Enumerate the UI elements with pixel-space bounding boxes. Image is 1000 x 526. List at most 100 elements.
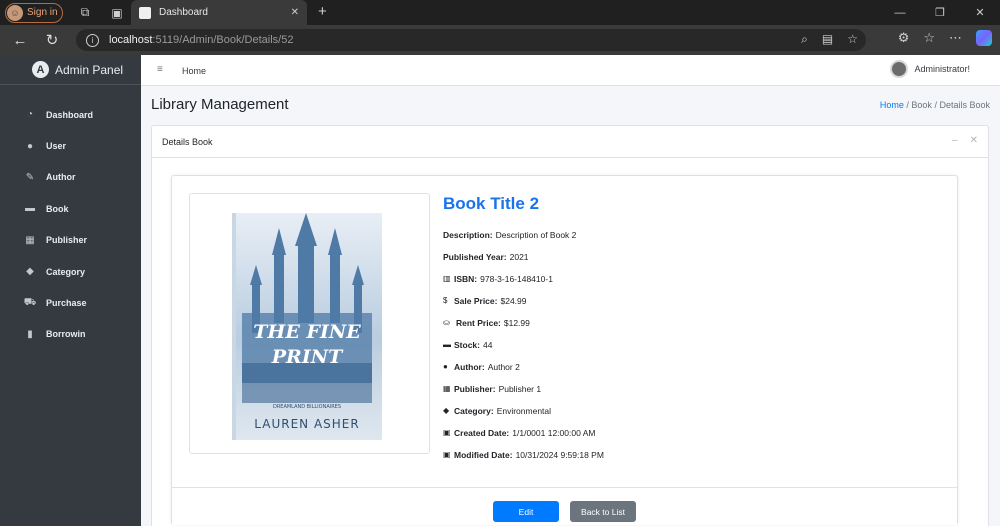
field-modified-date: ▣ Modified Date: 10/31/2024 9:59:18 PM (443, 450, 943, 472)
top-navbar: ≡ Home Administrator! (141, 55, 1000, 86)
workspaces-icon[interactable]: ⧉ (77, 5, 93, 20)
sidebar-item-label: Publisher (46, 235, 88, 246)
url-host: localhost (109, 34, 153, 46)
sidebar-item-category[interactable]: ◆ Category (0, 256, 141, 287)
remove-icon[interactable]: ✕ (970, 135, 978, 146)
book-info: Book Title 2 Description: Description of… (443, 194, 943, 472)
field-value: Author 2 (487, 362, 520, 372)
sidebar-item-label: Book (46, 203, 69, 214)
calendar-icon: ▣ (443, 450, 451, 459)
field-label: Publisher: (454, 384, 496, 394)
user-icon: ● (26, 140, 34, 152)
field-value: $24.99 (500, 296, 527, 306)
browser-tab-dashboard[interactable]: Dashboard ✕ (131, 0, 307, 25)
cart-icon: ⛟ (23, 296, 37, 308)
field-sale-price: $ Sale Price: $24.99 (443, 296, 943, 318)
minimize-icon[interactable]: — (880, 7, 920, 19)
brand-logo-icon: A (32, 61, 49, 78)
field-value: 2021 (509, 252, 529, 262)
hamburger-menu-icon[interactable]: ≡ (157, 64, 163, 75)
brand[interactable]: A Admin Panel (0, 55, 141, 85)
breadcrumb-book[interactable]: Book (911, 100, 932, 110)
browser-tabbar: ☺ Sign in ⧉ ▣ Dashboard ✕ + — ❐ ✕ (0, 0, 1000, 25)
details-card: Details Book – ✕ THE FINE PRINT DREAMLAN… (151, 125, 989, 526)
field-value: 978-3-16-148410-1 (480, 274, 553, 284)
window-controls: — ❐ ✕ (880, 0, 1000, 25)
profile-label: Sign in (27, 7, 58, 18)
sidebar-item-user[interactable]: ● User (0, 130, 141, 161)
sidebar-item-label: User (46, 141, 67, 152)
card-tools: – ✕ (952, 135, 978, 146)
card-title: Details Book (162, 136, 213, 147)
edit-button[interactable]: Edit (493, 501, 559, 522)
content-wrapper: Library Management Home / Book / Details… (141, 86, 1000, 526)
sidebar-item-label: Category (46, 266, 86, 277)
field-value: Description of Book 2 (495, 230, 577, 240)
hand-coin-icon: ⛀ (443, 318, 450, 327)
field-category: ◆ Category: Environmental (443, 406, 943, 428)
book-cover-image: THE FINE PRINT DREAMLAND BILLIONAIRES LA… (232, 213, 382, 440)
cover-title-line1: THE FINE (253, 321, 361, 343)
field-label: Description: (443, 230, 493, 240)
sidebar-item-book[interactable]: ▬ Book (0, 193, 141, 224)
profile-button[interactable]: ☺ Sign in (5, 2, 63, 23)
field-created-date: ▣ Created Date: 1/1/0001 12:00:00 AM (443, 428, 943, 450)
refresh-icon[interactable]: ↻ (36, 31, 68, 49)
pen-icon: ✎ (25, 171, 35, 183)
tab-title: Dashboard (159, 7, 208, 18)
sidebar-item-purchase[interactable]: ⛟ Purchase (0, 287, 141, 318)
field-label: Published Year: (443, 252, 507, 262)
nav-home-link[interactable]: Home (182, 66, 206, 76)
browser-toolbar: ← ↻ i localhost:5119/Admin/Book/Details/… (0, 25, 1000, 55)
avatar (890, 60, 909, 78)
sidebar-item-borrowin[interactable]: ▮ Borrowin (0, 319, 141, 350)
book-icon: ▬ (25, 203, 35, 215)
sidebar-item-publisher[interactable]: ▦ Publisher (0, 225, 141, 256)
sidebar: A Admin Panel ◔ Dashboard ● User ✎ Autho… (0, 55, 141, 526)
reader-mode-icon[interactable]: ▤ (822, 32, 833, 47)
building-icon: ▦ (25, 234, 35, 246)
field-label: Stock: (454, 340, 480, 350)
restore-icon[interactable]: ❐ (920, 6, 960, 19)
zoom-icon[interactable]: ⌕ (801, 32, 808, 47)
field-value: 10/31/2024 9:59:18 PM (515, 450, 604, 460)
field-label: Sale Price: (454, 296, 498, 306)
favorite-star-icon[interactable]: ☆ (847, 32, 858, 47)
new-tab-icon[interactable]: + (318, 3, 327, 20)
toolbar-right: ⚙ ☆ ⋯ (898, 30, 992, 46)
sidebar-item-author[interactable]: ✎ Author (0, 162, 141, 193)
back-arrow-icon[interactable]: ← (4, 32, 36, 49)
field-value: Publisher 1 (498, 384, 542, 394)
building-icon: ▦ (443, 384, 451, 393)
user-menu[interactable]: Administrator! (890, 60, 970, 78)
close-tab-icon[interactable]: ✕ (291, 7, 299, 18)
gauge-icon: ◔ (26, 109, 34, 121)
breadcrumb-home-link[interactable]: Home (880, 100, 904, 110)
field-label: Modified Date: (454, 450, 513, 460)
sidebar-item-dashboard[interactable]: ◔ Dashboard (0, 99, 141, 130)
site-info-icon[interactable]: i (86, 33, 99, 47)
more-options-icon[interactable]: ⋯ (949, 30, 962, 46)
field-value: Environmental (496, 406, 552, 416)
sidebar-item-label: Author (46, 172, 76, 183)
extensions-icon[interactable]: ⚙ (898, 30, 910, 46)
collapse-icon[interactable]: – (952, 135, 958, 146)
calendar-icon: ▣ (443, 428, 451, 437)
field-description: Description: Description of Book 2 (443, 230, 943, 252)
dollar-icon: $ (443, 296, 448, 305)
tab-actions-icon[interactable]: ▣ (109, 6, 125, 20)
close-window-icon[interactable]: ✕ (960, 6, 1000, 19)
box-icon: ▬ (443, 340, 451, 349)
address-bar[interactable]: i localhost:5119/Admin/Book/Details/52 ⌕… (76, 29, 866, 51)
brand-name: Admin Panel (55, 62, 124, 77)
field-label: Category: (454, 406, 494, 416)
barcode-icon: ▥ (443, 274, 451, 283)
field-author: ● Author: Author 2 (443, 362, 943, 384)
cover-author: LAUREN ASHER (254, 417, 359, 431)
address-bar-actions: ⌕ ▤ ☆ (801, 32, 858, 47)
copilot-icon[interactable] (976, 30, 992, 46)
field-rent-price: ⛀ Rent Price: $12.99 (443, 318, 943, 340)
back-to-list-button[interactable]: Back to List (570, 501, 636, 522)
favorites-icon[interactable]: ☆ (923, 30, 935, 46)
book-title: Book Title 2 (443, 194, 540, 213)
